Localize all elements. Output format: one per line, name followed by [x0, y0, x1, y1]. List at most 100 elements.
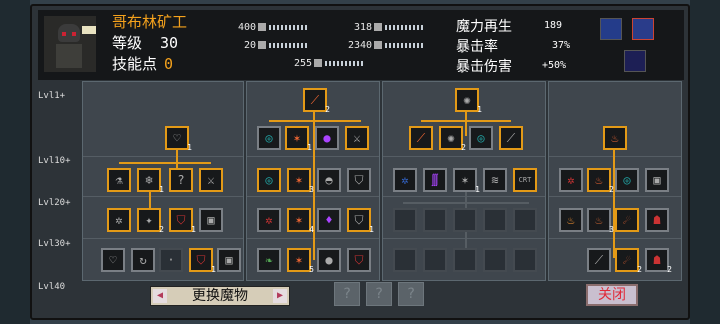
skill-node-orb[interactable]: ●	[315, 126, 339, 150]
change-monster-button[interactable]: ◀ 更换魔物 ▶	[150, 286, 290, 306]
skill-node-spark[interactable]: ✺ 2	[439, 126, 466, 152]
close-button[interactable]: 关闭	[586, 284, 638, 306]
skill-node-fire-slash[interactable]: ⟋ 2	[303, 88, 330, 114]
fire-element-icon[interactable]	[632, 18, 654, 40]
arrow-left-icon[interactable]: ◀	[153, 289, 167, 303]
skill-node-shield-heart[interactable]: ♡ 1	[165, 126, 192, 152]
skill-node-locked[interactable]	[453, 248, 477, 272]
skill-node-vortex[interactable]: ◎	[257, 126, 281, 150]
skill-node-alchemy[interactable]: ⚗	[107, 168, 131, 192]
skill-node-ice[interactable]: ❄ 1	[137, 168, 164, 194]
skill-node-meteor[interactable]: ☄ 2	[615, 248, 642, 274]
skill-node-scorch[interactable]: ✲	[559, 168, 583, 192]
skill-node-blade[interactable]: ⚔	[345, 126, 369, 150]
skill-node-inferno[interactable]: ✶ 5	[287, 248, 314, 274]
skill-node-locked[interactable]	[513, 248, 537, 272]
skill-node-upswirl[interactable]: ◎	[615, 168, 639, 192]
skill-node-locked[interactable]	[483, 208, 507, 232]
stat4-value: 318	[354, 22, 373, 33]
skill-node-claw[interactable]: ∭	[423, 168, 447, 192]
crit-damage-label: 暴击伤害	[456, 59, 512, 75]
skill-node-crit[interactable]: CRT	[513, 168, 537, 192]
skill-node-bulwark[interactable]: ⛉ 1	[347, 208, 374, 234]
heart-icon: ♡	[109, 253, 117, 267]
skill-node-armor[interactable]: ▣	[199, 208, 223, 232]
skill-node-locked[interactable]	[483, 248, 507, 272]
skill-node-heart[interactable]: ♡	[101, 248, 125, 272]
gold-bar	[325, 60, 366, 66]
skill-node-cinder[interactable]: ⟋	[587, 248, 611, 272]
plate-icon: ▣	[653, 173, 661, 187]
skill-node-quill[interactable]: ⟋	[499, 126, 523, 150]
divider	[83, 156, 243, 157]
eye-icon	[72, 32, 76, 36]
skill-node-ember[interactable]: ✶ 1	[285, 126, 312, 152]
character-header: 哥布林矿工 等级 30 技能点 0 400 20 255 318 2340 魔力…	[38, 10, 684, 80]
vortex-icon: ◎	[265, 131, 273, 145]
skill-node-imp[interactable]: ☗ 2	[645, 248, 672, 274]
skill-node-locked[interactable]	[393, 208, 417, 232]
hp-bar	[269, 24, 310, 30]
arrow-right-icon[interactable]: ▶	[273, 289, 287, 303]
skill-node-plate[interactable]: ▣	[645, 168, 669, 192]
skill-node-fireball[interactable]: ☄	[615, 208, 639, 232]
skill-node-ember2[interactable]: ✶ 1	[453, 168, 480, 194]
connector	[403, 202, 529, 204]
skill-node-vine[interactable]: ❧	[257, 248, 281, 272]
skill-node-frost[interactable]: ✲	[107, 208, 131, 232]
spirit-icon: ♦	[325, 213, 333, 227]
skill-node-strike[interactable]: ⚔	[199, 168, 223, 192]
skill-node-demon[interactable]: ☗	[645, 208, 669, 232]
skill-node-wildfire[interactable]: ♨	[603, 126, 627, 150]
question-icon: ?	[177, 173, 185, 187]
skill-node-pyre[interactable]: ♨ 3	[587, 208, 614, 234]
divider	[549, 156, 681, 157]
ember-icon: ✶	[293, 131, 301, 145]
skill-node-red-shield[interactable]: ⛉ 1	[169, 208, 196, 234]
skill-node-locked[interactable]	[393, 248, 417, 272]
skill-node-whirl[interactable]: ◎	[257, 168, 281, 192]
skill-node-flame[interactable]: ✶ 3	[287, 168, 314, 194]
burst-icon: ✦	[145, 213, 153, 227]
ward-icon: ⛉	[354, 173, 364, 187]
skill-node-locked[interactable]	[423, 208, 447, 232]
skill-node-shade[interactable]: ◓	[317, 168, 341, 192]
level-label-30: Lvl30+	[38, 239, 71, 249]
skill-node-locked[interactable]	[423, 248, 447, 272]
stat-4: 318	[354, 22, 426, 33]
skill-node-scarlet[interactable]: ⛉	[347, 248, 371, 272]
bomb-icon: ●	[325, 253, 333, 267]
skill-node-locked[interactable]	[453, 208, 477, 232]
skill-node-crimson[interactable]: ✲	[257, 208, 281, 232]
sword-icon: ⚔	[207, 173, 215, 187]
moon-icon[interactable]	[624, 50, 646, 72]
skill-node-fortify[interactable]: ▣	[217, 248, 241, 272]
skill-node-firewall[interactable]: ♨ 2	[587, 168, 614, 194]
skill-node-locked[interactable]	[513, 208, 537, 232]
skill-node-locked[interactable]: ·	[159, 248, 183, 272]
skill-node-ward[interactable]: ⛉	[347, 168, 371, 192]
skill-node-starburst[interactable]: ✺ 1	[455, 88, 482, 114]
skill-tree-column-1: ♡ 1 ⚗ ❄ 1 ? ⚔ ✲ ✦ 2 ⛉ 1 ▣ ♡ ↻ · ⛉ 1 ▣	[82, 81, 244, 281]
skill-node-spirit[interactable]: ♦	[317, 208, 341, 232]
water-element-icon[interactable]	[600, 18, 622, 40]
divider	[383, 238, 545, 239]
skill-node-red-guard[interactable]: ⛉ 1	[189, 248, 216, 274]
armor-icon: ▣	[207, 213, 215, 227]
skill-node-bonfire[interactable]: ♨	[559, 208, 583, 232]
bonfire-icon: ♨	[567, 213, 575, 227]
flame-icon: ✶	[295, 173, 303, 187]
skill-node-cycle[interactable]: ↻	[131, 248, 155, 272]
skill-node-bomb[interactable]: ●	[317, 248, 341, 272]
skill-node-ice-burst[interactable]: ✦ 2	[137, 208, 164, 234]
scarlet-icon: ⛉	[354, 253, 364, 267]
skill-node-gear[interactable]: ✲	[393, 168, 417, 192]
skill-node-wave[interactable]: ≋	[483, 168, 507, 192]
gear-icon: ✲	[401, 173, 409, 187]
skill-node-mystery[interactable]: ?	[169, 168, 193, 192]
skill-node-blaze[interactable]: ✶ 4	[287, 208, 314, 234]
sword-icon	[258, 23, 267, 31]
skill-node-lance[interactable]: ⟋	[409, 126, 433, 150]
skill-node-ring[interactable]: ◎	[469, 126, 493, 150]
fortify-icon: ▣	[225, 253, 233, 267]
